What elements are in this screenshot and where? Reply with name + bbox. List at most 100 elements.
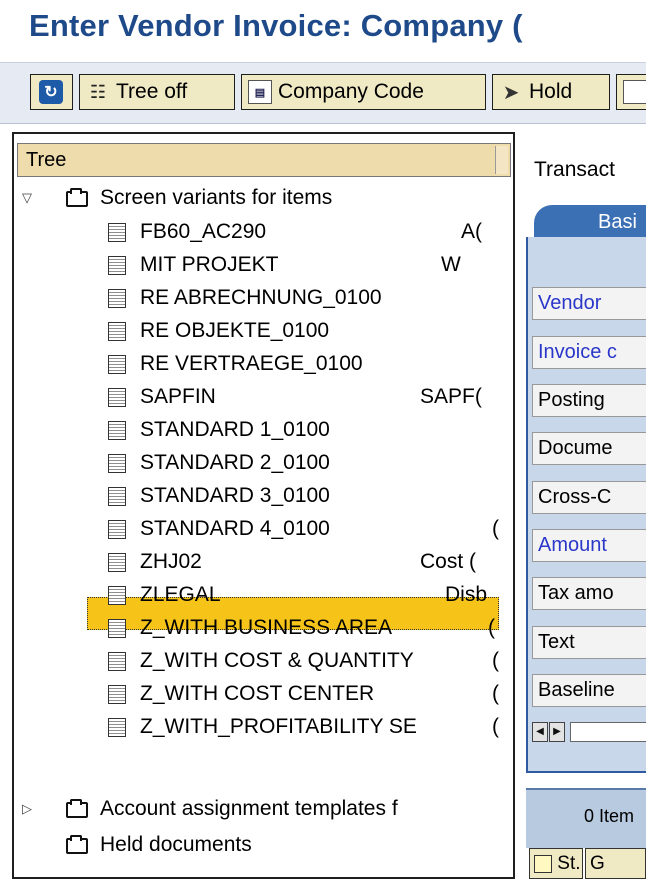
hold-label: Hold	[529, 80, 573, 103]
tree-item[interactable]: STANDARD 1_0100	[12, 414, 512, 446]
tree-item-name: SAPFIN	[140, 385, 216, 408]
screen-variant-icon	[108, 454, 126, 473]
scrollbar-track[interactable]	[570, 722, 646, 742]
tree-item-column-value: A(	[461, 220, 482, 243]
tree-item-column-value: W	[441, 253, 461, 276]
tree-item[interactable]: Z_WITH COST CENTER (	[12, 678, 512, 710]
document-icon	[534, 854, 552, 873]
tree-item[interactable]: Z_WITH_PROFITABILITY SE (	[12, 711, 512, 743]
screen-variant-icon	[108, 355, 126, 374]
screen-variant-icon	[108, 520, 126, 539]
tree-item[interactable]: STANDARD 2_0100	[12, 447, 512, 479]
tree-item-name: Z_WITH_PROFITABILITY SE	[140, 715, 417, 738]
tree-item[interactable]: MIT PROJEKT W	[12, 249, 512, 281]
tree-item-name: FB60_AC290	[140, 220, 267, 243]
tree-item-name: Z_WITH COST CENTER	[140, 682, 375, 705]
tree-column-header[interactable]: Tree	[17, 143, 511, 177]
tree-item[interactable]: ZHJ02 Cost (	[12, 546, 512, 578]
tree-item-column-value: (	[492, 682, 499, 705]
form-field-label: Invoice c	[532, 336, 646, 369]
company-code-label: Company Code	[278, 80, 424, 103]
tree-item-name: RE VERTRAEGE_0100	[140, 352, 363, 375]
form-field-label: Amount	[532, 529, 646, 562]
tree-folder-label: Account assignment templates f	[100, 797, 398, 820]
form-field-label: Cross-C	[532, 481, 646, 514]
tree-item[interactable]: SAPFIN SAPF(	[12, 381, 512, 413]
horizontal-scrollbar[interactable]: ◀ ▶	[532, 722, 646, 744]
transaction-label: Transact	[534, 158, 615, 181]
screen-variant-icon	[108, 289, 126, 308]
tree-item-name: STANDARD 1_0100	[140, 418, 330, 441]
tree-item-column-value: Cost (	[420, 550, 477, 573]
screen-variant-icon	[108, 487, 126, 506]
folder-open-icon	[66, 188, 88, 207]
tree-item[interactable]: Z_WITH COST & QUANTITY (	[12, 645, 512, 677]
screen-variant-icon	[108, 322, 126, 341]
hold-icon: ➤	[502, 81, 520, 104]
expand-icon[interactable]: ▷	[22, 793, 32, 825]
tree-item[interactable]: Z_WITH BUSINESS AREA (	[12, 612, 512, 644]
screen-variant-icon	[108, 553, 126, 572]
tree-item-name: MIT PROJEKT	[140, 253, 279, 276]
st-label: St..	[557, 853, 583, 874]
hold-button[interactable]: ➤ Hold	[492, 74, 610, 110]
tree-item[interactable]: STANDARD 4_0100 (	[12, 513, 512, 545]
items-count-label: 0 Item	[584, 806, 635, 826]
screen-variant-icon	[108, 619, 126, 638]
items-bar: 0 Item	[526, 788, 646, 848]
tree-item[interactable]: RE VERTRAEGE_0100	[12, 348, 512, 380]
tree-folder-label: Screen variants for items	[100, 186, 333, 209]
tree-item[interactable]: FB60_AC290 A(	[12, 216, 512, 248]
collapse-icon[interactable]: ▽	[22, 182, 32, 214]
tree-header-label: Tree	[26, 149, 67, 171]
company-code-button[interactable]: ▤ Company Code	[241, 74, 486, 110]
tab-basic-data[interactable]: Basi	[534, 205, 646, 239]
tree-item-name: STANDARD 4_0100	[140, 517, 330, 540]
form-field-label: Tax amo	[532, 577, 646, 610]
tree-item-name: RE ABRECHNUNG_0100	[140, 286, 382, 309]
tree-item-column-value: (	[488, 616, 495, 639]
tree-item-name: STANDARD 3_0100	[140, 484, 330, 507]
tree-off-button[interactable]: ☷ Tree off	[79, 74, 235, 110]
screen-variant-icon	[108, 256, 126, 275]
application-toolbar: ↻ ☷ Tree off ▤ Company Code ➤ Hold	[0, 62, 646, 124]
g-label: G	[590, 853, 605, 874]
company-code-icon: ▤	[248, 80, 272, 104]
screen-variant-icon	[108, 652, 126, 671]
tree-folder-screen-variants[interactable]: ▽ Screen variants for items	[12, 182, 512, 214]
scroll-left-icon[interactable]: ◀	[532, 722, 548, 742]
scroll-right-icon[interactable]: ▶	[549, 722, 565, 742]
tab-basic-label: Basi	[598, 211, 637, 233]
form-field-label: Docume	[532, 432, 646, 465]
tree-folder-label: Held documents	[100, 833, 252, 856]
form-field-label: Text	[532, 626, 646, 659]
tab-strip: Basi	[526, 205, 646, 239]
folder-icon	[66, 799, 88, 818]
form-field-label: Baseline	[532, 674, 646, 707]
document-icon	[623, 80, 646, 104]
tree-off-label: Tree off	[116, 80, 188, 103]
screen-variant-icon	[108, 421, 126, 440]
tree-item-column-value: (	[492, 517, 499, 540]
tree-folder-held-documents[interactable]: Held documents	[12, 829, 512, 861]
folder-icon	[66, 835, 88, 854]
tree-item[interactable]: RE OBJEKTE_0100	[12, 315, 512, 347]
tree-item-column-value: Disb	[445, 583, 488, 606]
tree-item[interactable]: ZLEGAL Disb	[12, 579, 512, 611]
screen-variant-icon	[108, 718, 126, 737]
screen-variant-icon	[108, 388, 126, 407]
screen-variant-icon	[108, 586, 126, 605]
next-toolbar-button[interactable]	[616, 74, 646, 110]
refresh-icon: ↻	[39, 80, 63, 104]
tree-icon: ☷	[89, 81, 107, 102]
st-button[interactable]: St..	[529, 848, 583, 879]
g-button[interactable]: G	[585, 848, 646, 879]
screen-variant-icon	[108, 223, 126, 242]
refresh-button[interactable]: ↻	[30, 74, 73, 110]
tree-item[interactable]: RE ABRECHNUNG_0100	[12, 282, 512, 314]
tree-item-name: STANDARD 2_0100	[140, 451, 330, 474]
tree-folder-account-assignment[interactable]: ▷ Account assignment templates f	[12, 793, 512, 825]
form-field-label: Posting	[532, 384, 646, 417]
column-resize-handle[interactable]	[495, 146, 508, 174]
tree-item[interactable]: STANDARD 3_0100	[12, 480, 512, 512]
